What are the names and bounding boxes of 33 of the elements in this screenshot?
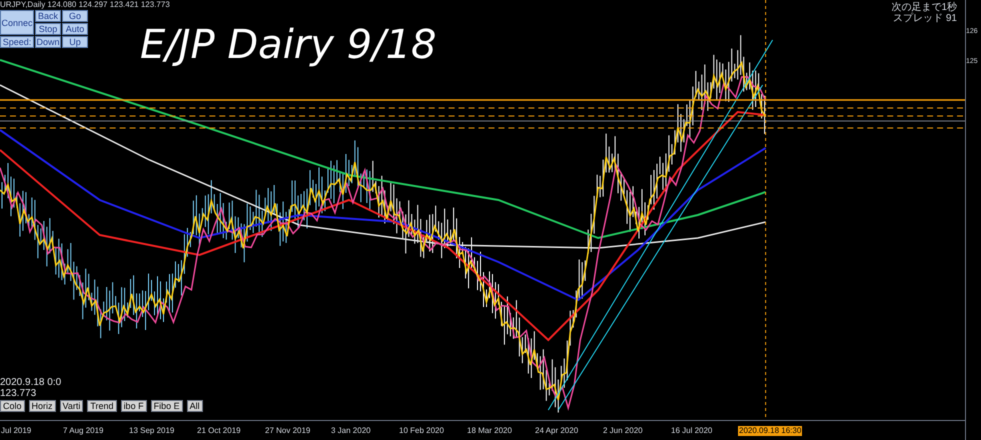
replay-button[interactable]: Auto bbox=[62, 23, 88, 35]
replay-button[interactable]: Back bbox=[35, 10, 61, 22]
symbol-header: URJPY,Daily 124.080 124.297 123.421 123.773 bbox=[0, 0, 170, 10]
cursor-info-text: 2020.9.18 0:0 bbox=[0, 377, 62, 388]
tool-button[interactable]: Colo bbox=[0, 400, 25, 412]
date-label: 3 Jan 2020 bbox=[330, 426, 372, 436]
tool-button[interactable]: All bbox=[186, 400, 203, 412]
date-label: 7 Aug 2019 bbox=[62, 426, 104, 436]
countdown-text: 次の足まで1秒 bbox=[891, 2, 957, 13]
date-label: 18 Mar 2020 bbox=[466, 426, 513, 436]
cursor-info-text: 123.773 bbox=[0, 388, 38, 399]
replay-button[interactable]: Connec bbox=[0, 10, 34, 35]
cursor-time-label: 2020.09.18 16:30 bbox=[738, 426, 802, 436]
replay-button[interactable]: Down bbox=[35, 36, 61, 48]
tool-button[interactable]: Fibo E bbox=[150, 400, 183, 412]
tool-button[interactable]: Trend bbox=[87, 400, 117, 412]
tool-button[interactable]: Horiz bbox=[28, 400, 56, 412]
date-label: 13 Sep 2019 bbox=[128, 426, 176, 436]
tool-button[interactable]: ibo F bbox=[120, 400, 147, 412]
date-label: 21 Oct 2019 bbox=[196, 426, 242, 436]
date-label: 27 Nov 2019 bbox=[264, 426, 312, 436]
date-label: 2 Jun 2020 bbox=[602, 426, 644, 436]
tool-button[interactable]: Varti bbox=[60, 400, 84, 412]
replay-button[interactable]: Speed: bbox=[0, 36, 34, 48]
replay-button[interactable]: Up bbox=[62, 36, 88, 48]
countdown-text: スプレッド 91 bbox=[893, 13, 957, 24]
date-label: 10 Feb 2020 bbox=[398, 426, 445, 436]
date-label: Jul 2019 bbox=[0, 426, 32, 436]
handwritten-note: E/JP Dairy 9/18 bbox=[140, 22, 436, 68]
date-label: 16 Jul 2020 bbox=[670, 426, 714, 436]
date-label: 24 Apr 2020 bbox=[534, 426, 580, 436]
replay-button[interactable]: Go bbox=[62, 10, 88, 22]
replay-button[interactable]: Stop bbox=[35, 23, 61, 35]
